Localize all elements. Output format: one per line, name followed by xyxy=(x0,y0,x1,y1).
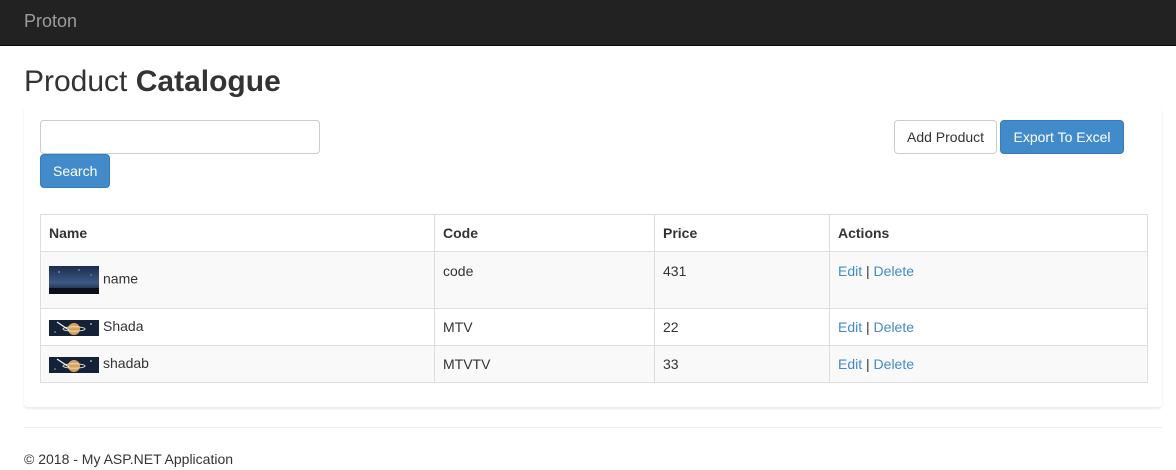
cell-price: 22 xyxy=(654,308,830,346)
cell-price: 33 xyxy=(654,345,830,383)
delete-link[interactable]: Delete xyxy=(874,263,914,279)
cell-price: 431 xyxy=(654,251,830,309)
column-header-code: Code xyxy=(434,214,655,252)
table-row: name code 431 Edit | Delete xyxy=(40,251,1148,309)
export-to-excel-button[interactable]: Export To Excel xyxy=(1000,120,1124,154)
delete-link[interactable]: Delete xyxy=(874,356,914,372)
product-name: shadab xyxy=(103,355,149,372)
search-button[interactable]: Search xyxy=(40,154,110,188)
cell-code: MTV xyxy=(434,308,655,346)
edit-link[interactable]: Edit xyxy=(838,356,862,372)
cell-name: Shada xyxy=(40,308,435,346)
product-name: name xyxy=(103,270,139,287)
edit-link[interactable]: Edit xyxy=(838,319,862,335)
table-header-row: Name Code Price Actions xyxy=(40,214,1148,252)
table-row: shadab MTVTV 33 Edit | Delete xyxy=(40,345,1148,383)
cell-actions: Edit | Delete xyxy=(829,308,1148,346)
planet-thumbnail-icon xyxy=(49,356,99,373)
action-separator: | xyxy=(866,263,870,279)
column-header-price: Price xyxy=(654,214,830,252)
cell-actions: Edit | Delete xyxy=(829,345,1148,383)
action-separator: | xyxy=(866,356,870,372)
footer-text: © 2018 - My ASP.NET Application xyxy=(24,451,234,467)
page-title-prefix: Product xyxy=(24,65,136,98)
cell-actions: Edit | Delete xyxy=(829,251,1148,309)
cell-name: shadab xyxy=(40,345,435,383)
brand-link[interactable]: Proton xyxy=(24,11,77,32)
edit-link[interactable]: Edit xyxy=(838,263,862,279)
column-header-name: Name xyxy=(40,214,435,252)
navbar: Proton xyxy=(0,0,1176,46)
add-product-button[interactable]: Add Product xyxy=(894,120,997,154)
search-input[interactable] xyxy=(40,120,320,154)
page-title: Product Catalogue xyxy=(24,64,281,100)
action-separator: | xyxy=(866,319,870,335)
column-header-actions: Actions xyxy=(829,214,1148,252)
page-title-bold: Catalogue xyxy=(135,65,281,98)
planet-thumbnail-icon xyxy=(49,319,99,336)
cell-name: name xyxy=(40,251,435,309)
product-name: Shada xyxy=(103,318,144,335)
products-table: Name Code Price Actions name code 431 Ed… xyxy=(40,214,1148,383)
night-sky-thumbnail-icon xyxy=(49,266,99,294)
cell-code: MTVTV xyxy=(434,345,655,383)
table-row: Shada MTV 22 Edit | Delete xyxy=(40,308,1148,346)
footer-divider xyxy=(24,427,1162,428)
delete-link[interactable]: Delete xyxy=(874,319,914,335)
cell-code: code xyxy=(434,251,655,309)
